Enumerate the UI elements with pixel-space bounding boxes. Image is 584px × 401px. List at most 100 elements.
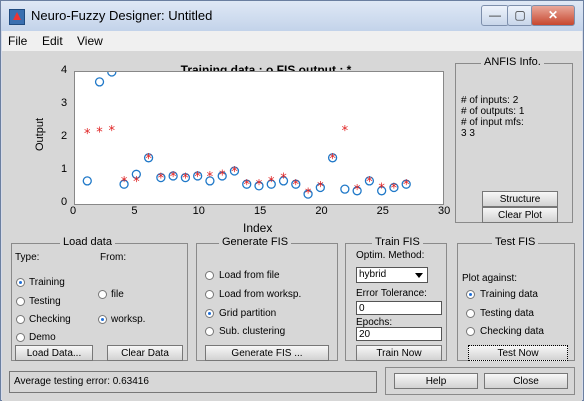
test-training-label: Training data xyxy=(480,289,538,300)
anfis-inputs: # of inputs: 2 xyxy=(461,95,519,106)
optim-method-select[interactable]: hybrid xyxy=(356,267,428,283)
clear-data-button[interactable]: Clear Data xyxy=(107,345,183,361)
clear-plot-button[interactable]: Clear Plot xyxy=(482,207,558,223)
y-tick-label: 2 xyxy=(61,130,68,142)
test-testing-radio[interactable] xyxy=(466,309,475,318)
y-axis-label: Output xyxy=(34,117,46,151)
anfis-info-title: ANFIS Info. xyxy=(481,56,544,68)
generate-fis-title: Generate FIS xyxy=(219,236,292,248)
sub-clustering-label: Sub. clustering xyxy=(219,326,286,337)
test-fis-title: Test FIS xyxy=(492,236,539,248)
load-from-file-label: Load from file xyxy=(219,270,280,281)
fis-output-point: * xyxy=(256,178,263,193)
sub-clustering-radio[interactable] xyxy=(205,327,214,336)
fis-output-point: * xyxy=(96,125,103,140)
file-radio-label: file xyxy=(111,289,124,300)
x-tick-label: 0 xyxy=(70,205,77,217)
fis-output-point: * xyxy=(378,182,385,197)
fis-output-point: * xyxy=(170,170,177,185)
fis-output-point: * xyxy=(317,180,324,195)
fis-output-point: * xyxy=(219,168,226,183)
bottom-button-frame: Help Close xyxy=(385,367,575,395)
anfis-mfs: # of input mfs: xyxy=(461,117,524,128)
demo-radio-label: Demo xyxy=(29,332,56,343)
y-tick-label: 4 xyxy=(61,64,68,76)
file-radio[interactable] xyxy=(98,290,107,299)
training-point xyxy=(94,77,105,87)
error-tolerance-input[interactable]: 0 xyxy=(356,301,442,315)
train-now-button[interactable]: Train Now xyxy=(356,345,442,361)
demo-radio[interactable] xyxy=(16,333,25,342)
load-from-worksp-label: Load from worksp. xyxy=(219,289,302,300)
fis-output-point: * xyxy=(305,186,312,201)
anfis-mfs-values: 3 3 xyxy=(461,128,475,139)
fis-output-point: * xyxy=(121,175,128,190)
status-bar: Average testing error: 0.63416 xyxy=(9,371,377,393)
y-tick-label: 0 xyxy=(61,196,68,208)
fis-output-point: * xyxy=(207,170,214,185)
fis-output-point: * xyxy=(145,152,152,167)
test-fis-frame: Test FIS Plot against: Training data Tes… xyxy=(457,236,575,361)
fis-output-point: * xyxy=(354,183,361,198)
x-tick-label: 15 xyxy=(254,205,267,217)
train-fis-frame: Train FIS Optim. Method: hybrid Error To… xyxy=(345,236,447,361)
training-radio-label: Training xyxy=(29,277,65,288)
minimize-button[interactable]: — xyxy=(481,5,509,26)
help-button[interactable]: Help xyxy=(394,373,478,389)
maximize-button[interactable]: ▢ xyxy=(507,5,533,26)
grid-partition-label: Grid partition xyxy=(219,308,277,319)
fis-output-point: * xyxy=(243,178,250,193)
close-button[interactable]: Close xyxy=(484,373,568,389)
test-training-radio[interactable] xyxy=(466,290,475,299)
dropdown-arrow-icon xyxy=(415,273,423,278)
anfis-outputs: # of outputs: 1 xyxy=(461,106,525,117)
test-checking-radio[interactable] xyxy=(466,327,475,336)
optim-method-value: hybrid xyxy=(359,269,387,280)
epochs-input[interactable]: 20 xyxy=(356,327,442,341)
menu-edit[interactable]: Edit xyxy=(42,34,63,48)
fis-output-point: * xyxy=(182,172,189,187)
checking-radio-label: Checking xyxy=(29,314,71,325)
fis-output-point: * xyxy=(293,178,300,193)
fis-output-point: * xyxy=(268,175,275,190)
fis-output-point: * xyxy=(84,127,91,142)
generate-fis-frame: Generate FIS Load from file Load from wo… xyxy=(196,236,338,361)
menu-view[interactable]: View xyxy=(77,34,103,48)
test-now-button[interactable]: Test Now xyxy=(468,345,568,361)
x-axis-label: Index xyxy=(243,221,273,235)
close-window-button[interactable]: ✕ xyxy=(531,5,575,26)
structure-button[interactable]: Structure xyxy=(482,191,558,207)
fis-output-point: * xyxy=(366,175,373,190)
fis-output-point: * xyxy=(133,175,140,190)
worksp-radio-label: worksp. xyxy=(111,314,146,325)
checking-radio[interactable] xyxy=(16,315,25,324)
menu-file[interactable]: File xyxy=(8,34,27,48)
y-tick-label: 1 xyxy=(61,163,68,175)
type-label: Type: xyxy=(15,252,40,263)
load-data-button[interactable]: Load Data... xyxy=(15,345,93,361)
test-testing-label: Testing data xyxy=(480,308,534,319)
generate-fis-button[interactable]: Generate FIS ... xyxy=(205,345,329,361)
test-checking-label: Checking data xyxy=(480,326,544,337)
load-from-file-radio[interactable] xyxy=(205,271,214,280)
plot-against-label: Plot against: xyxy=(462,273,518,284)
x-tick-label: 20 xyxy=(315,205,328,217)
from-label: From: xyxy=(100,252,127,263)
anfis-info-frame: ANFIS Info. # of inputs: 2 # of outputs:… xyxy=(455,56,573,223)
training-point xyxy=(107,67,117,77)
grid-partition-radio[interactable] xyxy=(205,309,214,318)
training-plot: * * * * * * * * * * * * * * * * * * * * * * * * * * * xyxy=(74,67,444,205)
testing-radio[interactable] xyxy=(16,297,25,306)
neuro-fuzzy-window: Neuro-Fuzzy Designer: Untitled — ▢ ✕ Fil… xyxy=(0,0,584,401)
load-from-worksp-radio[interactable] xyxy=(205,290,214,299)
window-title: Neuro-Fuzzy Designer: Untitled xyxy=(31,8,213,23)
fis-output-point: * xyxy=(109,124,116,139)
training-point xyxy=(340,184,350,194)
title-bar: Neuro-Fuzzy Designer: Untitled — ▢ ✕ xyxy=(1,1,583,31)
x-tick-label: 25 xyxy=(376,205,389,217)
fis-output-point: * xyxy=(158,172,165,187)
x-tick-label: 30 xyxy=(438,205,451,217)
train-fis-title: Train FIS xyxy=(372,236,423,248)
training-radio[interactable] xyxy=(16,278,25,287)
worksp-radio[interactable] xyxy=(98,315,107,324)
